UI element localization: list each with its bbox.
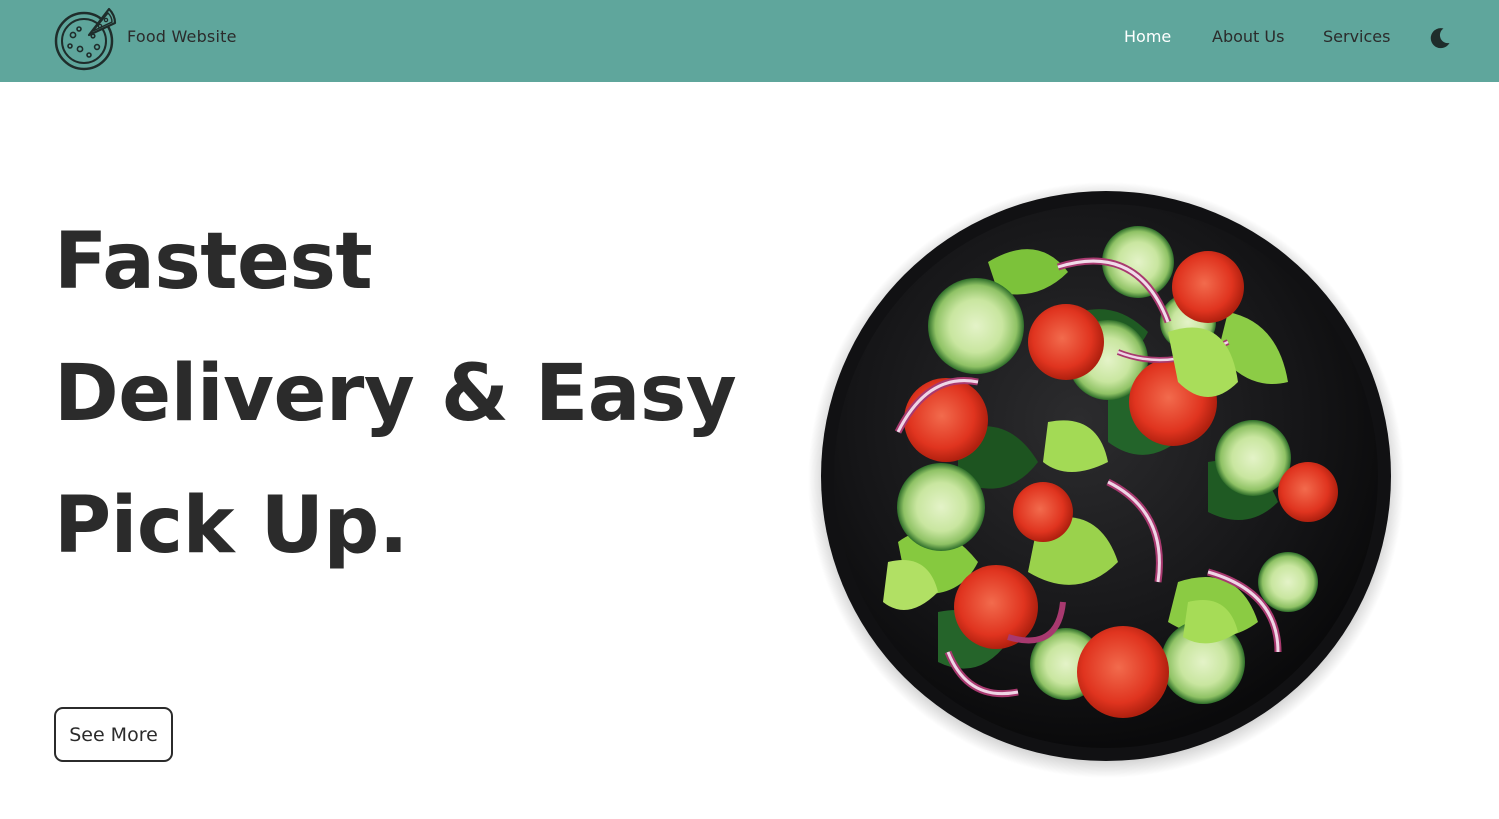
brand-name[interactable]: Food Website bbox=[127, 27, 237, 46]
salad-bowl-image bbox=[808, 182, 1404, 778]
hero-title-line-3: Pick Up. bbox=[54, 481, 408, 571]
nav-link-services[interactable]: Services bbox=[1323, 27, 1390, 46]
see-more-button[interactable]: See More bbox=[54, 707, 173, 762]
nav-link-about-us[interactable]: About Us bbox=[1212, 27, 1284, 46]
moon-icon[interactable] bbox=[1428, 26, 1452, 50]
hero-title-line-2: Delivery & Easy bbox=[54, 349, 737, 439]
hero-title-line-1: Fastest bbox=[54, 217, 373, 307]
pizza-icon[interactable] bbox=[53, 5, 117, 71]
navbar: Food Website Home About Us Services bbox=[0, 0, 1499, 82]
nav-link-home[interactable]: Home bbox=[1124, 27, 1171, 46]
hero-title: Fastest Delivery & Easy Pick Up. bbox=[54, 196, 814, 592]
